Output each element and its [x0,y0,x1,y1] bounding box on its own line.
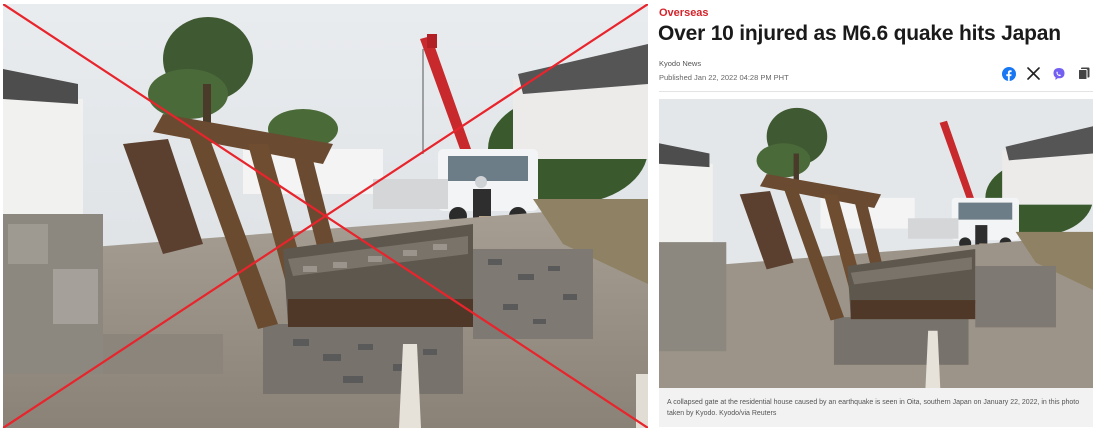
x-icon[interactable] [1026,66,1041,81]
header-divider [659,91,1093,92]
caption-box: A collapsed gate at the residential hous… [659,388,1093,427]
crossed-out-photo [3,4,648,428]
share-bar [1001,66,1091,81]
earthquake-gate-photo [659,99,1093,388]
earthquake-gate-photo [3,4,648,428]
published-date: Published Jan 22, 2022 04:28 PM PHT [659,73,789,82]
section-label[interactable]: Overseas [659,7,709,19]
viber-icon[interactable] [1051,66,1066,81]
article-photo [659,99,1093,388]
news-article: Overseas Over 10 injured as M6.6 quake h… [657,0,1097,431]
article-headline: Over 10 injured as M6.6 quake hits Japan [658,22,1061,45]
facebook-icon[interactable] [1001,66,1016,81]
byline[interactable]: Kyodo News [659,59,701,68]
copy-icon[interactable] [1076,66,1091,81]
photo-caption: A collapsed gate at the residential hous… [667,399,1080,417]
